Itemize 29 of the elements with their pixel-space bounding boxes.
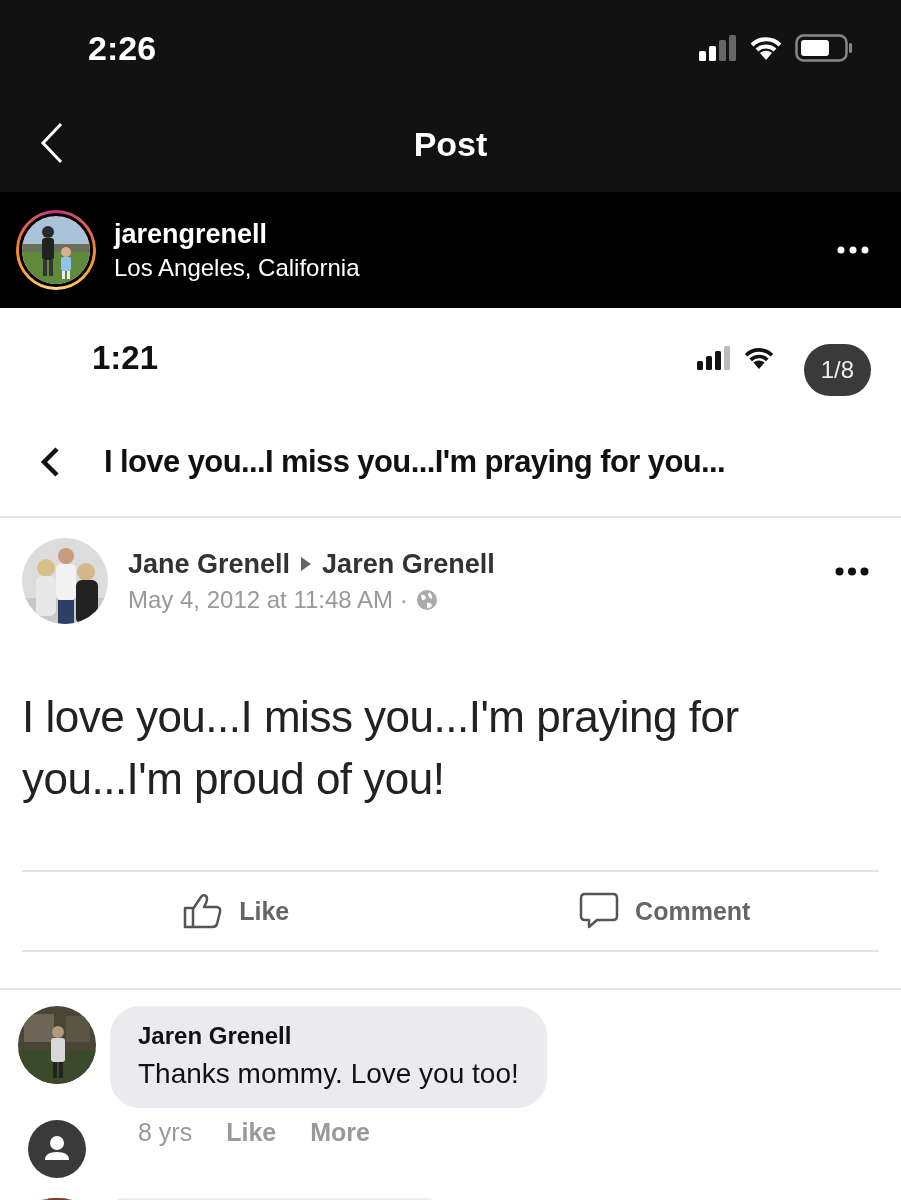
- more-options-icon[interactable]: [837, 246, 869, 254]
- post-timestamp: May 4, 2012 at 11:48 AM ·: [128, 585, 408, 614]
- back-icon[interactable]: [40, 446, 60, 478]
- triangle-icon: [300, 556, 313, 572]
- recipient-name[interactable]: Jaren Grenell: [322, 548, 495, 580]
- globe-icon: [415, 588, 438, 611]
- status-time: 1:21: [92, 339, 159, 377]
- author-name[interactable]: Jane Grenell: [128, 548, 291, 580]
- user-icon[interactable]: [28, 1120, 86, 1178]
- comment-author[interactable]: Jaren Grenell: [138, 1022, 519, 1050]
- comment-time: 8 yrs: [138, 1118, 193, 1147]
- wifi-icon: [749, 35, 783, 61]
- signal-icon: [699, 35, 737, 61]
- like-button[interactable]: Like: [22, 872, 451, 950]
- status-time: 2:26: [88, 28, 157, 68]
- username[interactable]: jarengrenell: [114, 218, 819, 250]
- speech-bubble-icon: [579, 892, 620, 930]
- thumbs-up-icon: [183, 893, 224, 929]
- post-title: I love you...I miss you...I'm praying for you...: [104, 444, 726, 480]
- signal-icon: [697, 346, 733, 370]
- more-options-icon[interactable]: [835, 566, 869, 576]
- location-link[interactable]: Los Angeles, California: [114, 253, 819, 282]
- comment-text: Thanks mommy. Love you too!: [138, 1058, 519, 1090]
- post-message: I love you...I miss you...I'm praying for you...I'm proud of you!: [21, 691, 740, 805]
- comment-button[interactable]: Comment: [450, 872, 879, 950]
- battery-icon: [795, 34, 853, 62]
- page-indicator: 1/8: [803, 344, 871, 396]
- wifi-icon: [743, 346, 775, 370]
- screen-title: Post: [413, 124, 488, 164]
